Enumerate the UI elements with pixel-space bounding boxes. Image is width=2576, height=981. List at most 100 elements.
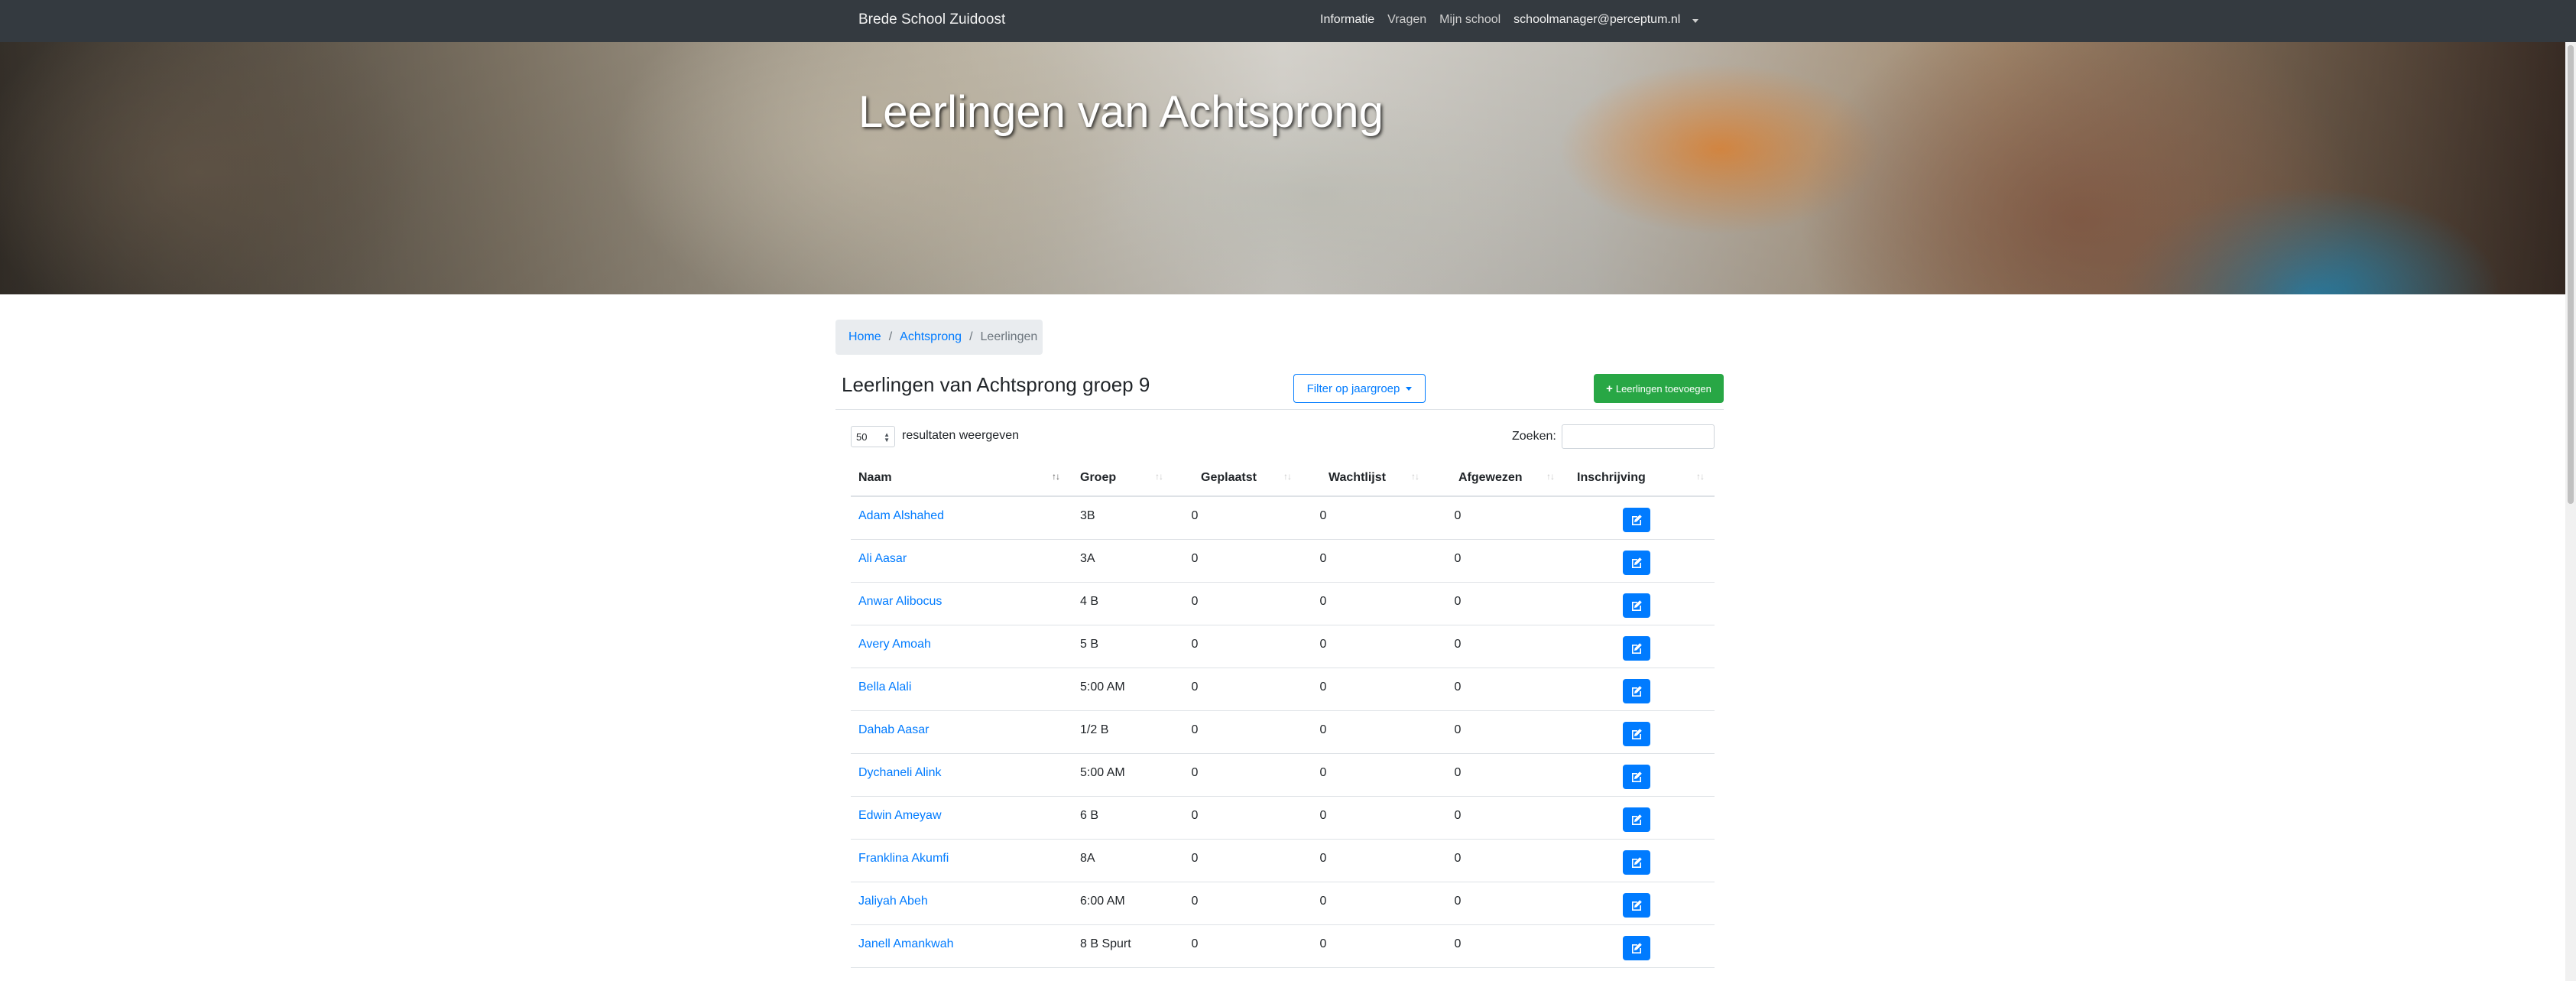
scrollbar-thumb[interactable] bbox=[2568, 45, 2574, 504]
student-name-link[interactable]: Dychaneli Alink bbox=[858, 766, 942, 780]
edit-enrollment-button[interactable] bbox=[1623, 508, 1650, 532]
table-row: Franklina Akumfi 8A 0 0 0 bbox=[851, 840, 1715, 882]
geplaatst-count: 0 bbox=[1191, 852, 1199, 865]
breadcrumb-home[interactable]: Home bbox=[848, 330, 881, 344]
afgewezen-count: 0 bbox=[1454, 895, 1462, 908]
student-group: 6 B bbox=[1080, 809, 1099, 822]
edit-icon bbox=[1632, 943, 1642, 953]
student-name-link[interactable]: Janell Amankwah bbox=[858, 937, 954, 951]
students-table: Naam ↑↓ Groep ↑↓ Geplaatst ↑↓ Wachtlijst… bbox=[851, 462, 1715, 968]
student-name-link[interactable]: Adam Alshahed bbox=[858, 509, 944, 523]
edit-icon bbox=[1632, 900, 1642, 911]
sort-icon[interactable]: ↑↓ bbox=[1283, 471, 1292, 482]
wachtlijst-count: 0 bbox=[1319, 681, 1327, 694]
afgewezen-count: 0 bbox=[1454, 852, 1462, 865]
edit-enrollment-button[interactable] bbox=[1623, 936, 1650, 960]
nav-link-mijn-school[interactable]: Mijn school bbox=[1439, 13, 1501, 27]
student-group: 4 B bbox=[1080, 595, 1099, 608]
student-group: 5:00 AM bbox=[1080, 681, 1125, 694]
edit-icon bbox=[1632, 771, 1642, 782]
filter-button-label: Filter op jaargroep bbox=[1306, 382, 1400, 395]
breadcrumb-separator: / bbox=[969, 330, 973, 343]
column-header-geplaatst[interactable]: Geplaatst bbox=[1201, 471, 1257, 485]
edit-enrollment-button[interactable] bbox=[1623, 722, 1650, 746]
table-row: Anwar Alibocus 4 B 0 0 0 bbox=[851, 583, 1715, 625]
nav-link-vragen[interactable]: Vragen bbox=[1387, 13, 1426, 27]
edit-enrollment-button[interactable] bbox=[1623, 850, 1650, 875]
table-row: Jaliyah Abeh 6:00 AM 0 0 0 bbox=[851, 882, 1715, 925]
edit-enrollment-button[interactable] bbox=[1623, 593, 1650, 618]
edit-icon bbox=[1632, 600, 1642, 611]
table-body: Adam Alshahed 3B 0 0 0 Ali Aasar 3A 0 0 0 Anwar Al… bbox=[851, 497, 1715, 968]
breadcrumb-separator: / bbox=[888, 330, 893, 343]
column-header-groep[interactable]: Groep bbox=[1080, 471, 1116, 485]
sort-asc-icon[interactable]: ↑↓ bbox=[1052, 471, 1060, 482]
edit-enrollment-button[interactable] bbox=[1623, 893, 1650, 918]
column-header-wachtlijst[interactable]: Wachtlijst bbox=[1329, 471, 1386, 485]
wachtlijst-count: 0 bbox=[1319, 638, 1327, 651]
afgewezen-count: 0 bbox=[1454, 766, 1462, 779]
student-group: 5 B bbox=[1080, 638, 1099, 651]
student-group: 5:00 AM bbox=[1080, 766, 1125, 779]
select-arrows-icon: ▲ ▼ bbox=[884, 431, 890, 443]
breadcrumb-current: Leerlingen bbox=[980, 330, 1038, 343]
chevron-down-icon bbox=[1406, 386, 1413, 391]
edit-icon bbox=[1632, 729, 1642, 739]
student-name-link[interactable]: Franklina Akumfi bbox=[858, 852, 949, 866]
page-length-label: resultaten weergeven bbox=[902, 429, 1019, 442]
edit-enrollment-button[interactable] bbox=[1623, 807, 1650, 832]
sort-icon[interactable]: ↑↓ bbox=[1696, 471, 1705, 482]
table-row: Janell Amankwah 8 B Spurt 0 0 0 bbox=[851, 925, 1715, 968]
edit-enrollment-button[interactable] bbox=[1623, 636, 1650, 661]
table-row: Dychaneli Alink 5:00 AM 0 0 0 bbox=[851, 754, 1715, 797]
user-menu-caret-icon[interactable] bbox=[1692, 18, 1699, 23]
wachtlijst-count: 0 bbox=[1319, 595, 1327, 608]
column-header-afgewezen[interactable]: Afgewezen bbox=[1458, 471, 1523, 485]
sort-icon[interactable]: ↑↓ bbox=[1411, 471, 1419, 482]
geplaatst-count: 0 bbox=[1191, 638, 1199, 651]
hero-image bbox=[0, 42, 2565, 294]
student-name-link[interactable]: Jaliyah Abeh bbox=[858, 895, 928, 908]
page-length-select[interactable]: 50 ▲ ▼ bbox=[851, 426, 895, 447]
wachtlijst-count: 0 bbox=[1319, 895, 1327, 908]
breadcrumb: Home / Achtsprong / Leerlingen bbox=[835, 320, 1043, 355]
student-name-link[interactable]: Anwar Alibocus bbox=[858, 595, 942, 609]
column-header-inschrijving[interactable]: Inschrijving bbox=[1577, 471, 1646, 485]
afgewezen-count: 0 bbox=[1454, 509, 1462, 522]
wachtlijst-count: 0 bbox=[1319, 809, 1327, 822]
student-name-link[interactable]: Edwin Ameyaw bbox=[858, 809, 942, 823]
add-students-button[interactable]: + Leerlingen toevoegen bbox=[1594, 374, 1724, 403]
student-name-link[interactable]: Bella Alali bbox=[858, 681, 911, 694]
nav-link-user-account[interactable]: schoolmanager@perceptum.nl bbox=[1513, 13, 1680, 27]
filter-jaargroep-button[interactable]: Filter op jaargroep bbox=[1293, 374, 1426, 403]
edit-icon bbox=[1632, 557, 1642, 568]
student-name-link[interactable]: Dahab Aasar bbox=[858, 723, 930, 737]
afgewezen-count: 0 bbox=[1454, 723, 1462, 736]
breadcrumb-school[interactable]: Achtsprong bbox=[900, 330, 962, 344]
student-name-link[interactable]: Avery Amoah bbox=[858, 638, 931, 651]
wachtlijst-count: 0 bbox=[1319, 766, 1327, 779]
table-row: Adam Alshahed 3B 0 0 0 bbox=[851, 497, 1715, 540]
student-group: 3A bbox=[1080, 552, 1095, 565]
edit-enrollment-button[interactable] bbox=[1623, 551, 1650, 575]
page-title: Leerlingen van Achtsprong groep 9 bbox=[842, 373, 1150, 396]
geplaatst-count: 0 bbox=[1191, 509, 1199, 522]
wachtlijst-count: 0 bbox=[1319, 937, 1327, 950]
edit-enrollment-button[interactable] bbox=[1623, 765, 1650, 789]
afgewezen-count: 0 bbox=[1454, 595, 1462, 608]
edit-icon bbox=[1632, 857, 1642, 868]
hero-banner: Leerlingen van Achtsprong bbox=[0, 42, 2565, 294]
brand-link[interactable]: Brede School Zuidoost bbox=[858, 11, 1005, 28]
sort-icon[interactable]: ↑↓ bbox=[1546, 471, 1555, 482]
search-input[interactable] bbox=[1562, 424, 1715, 449]
student-name-link[interactable]: Ali Aasar bbox=[858, 552, 907, 566]
edit-icon bbox=[1632, 515, 1642, 525]
page-scrollbar[interactable] bbox=[2565, 42, 2576, 981]
edit-enrollment-button[interactable] bbox=[1623, 679, 1650, 703]
plus-icon: + bbox=[1606, 382, 1613, 395]
sort-icon[interactable]: ↑↓ bbox=[1155, 471, 1163, 482]
student-group: 8A bbox=[1080, 852, 1095, 865]
edit-icon bbox=[1632, 814, 1642, 825]
column-header-naam[interactable]: Naam bbox=[858, 471, 892, 485]
nav-link-informatie[interactable]: Informatie bbox=[1320, 13, 1374, 27]
